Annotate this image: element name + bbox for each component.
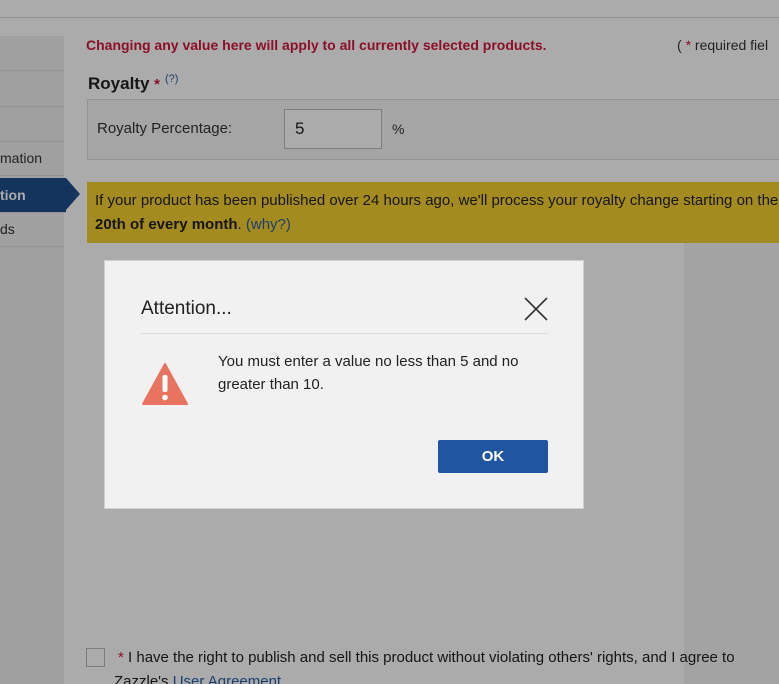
close-icon[interactable] <box>522 295 550 323</box>
warning-triangle-icon <box>141 362 189 406</box>
dialog-title: Attention... <box>141 298 232 319</box>
dialog-message: You must enter a value no less than 5 an… <box>218 353 519 393</box>
ok-button[interactable]: OK <box>438 440 548 473</box>
dialog-divider <box>141 333 548 334</box>
page: mation tion ds Changing any value here w… <box>0 0 779 684</box>
attention-dialog: Attention... You must enter a value no l… <box>104 260 584 509</box>
